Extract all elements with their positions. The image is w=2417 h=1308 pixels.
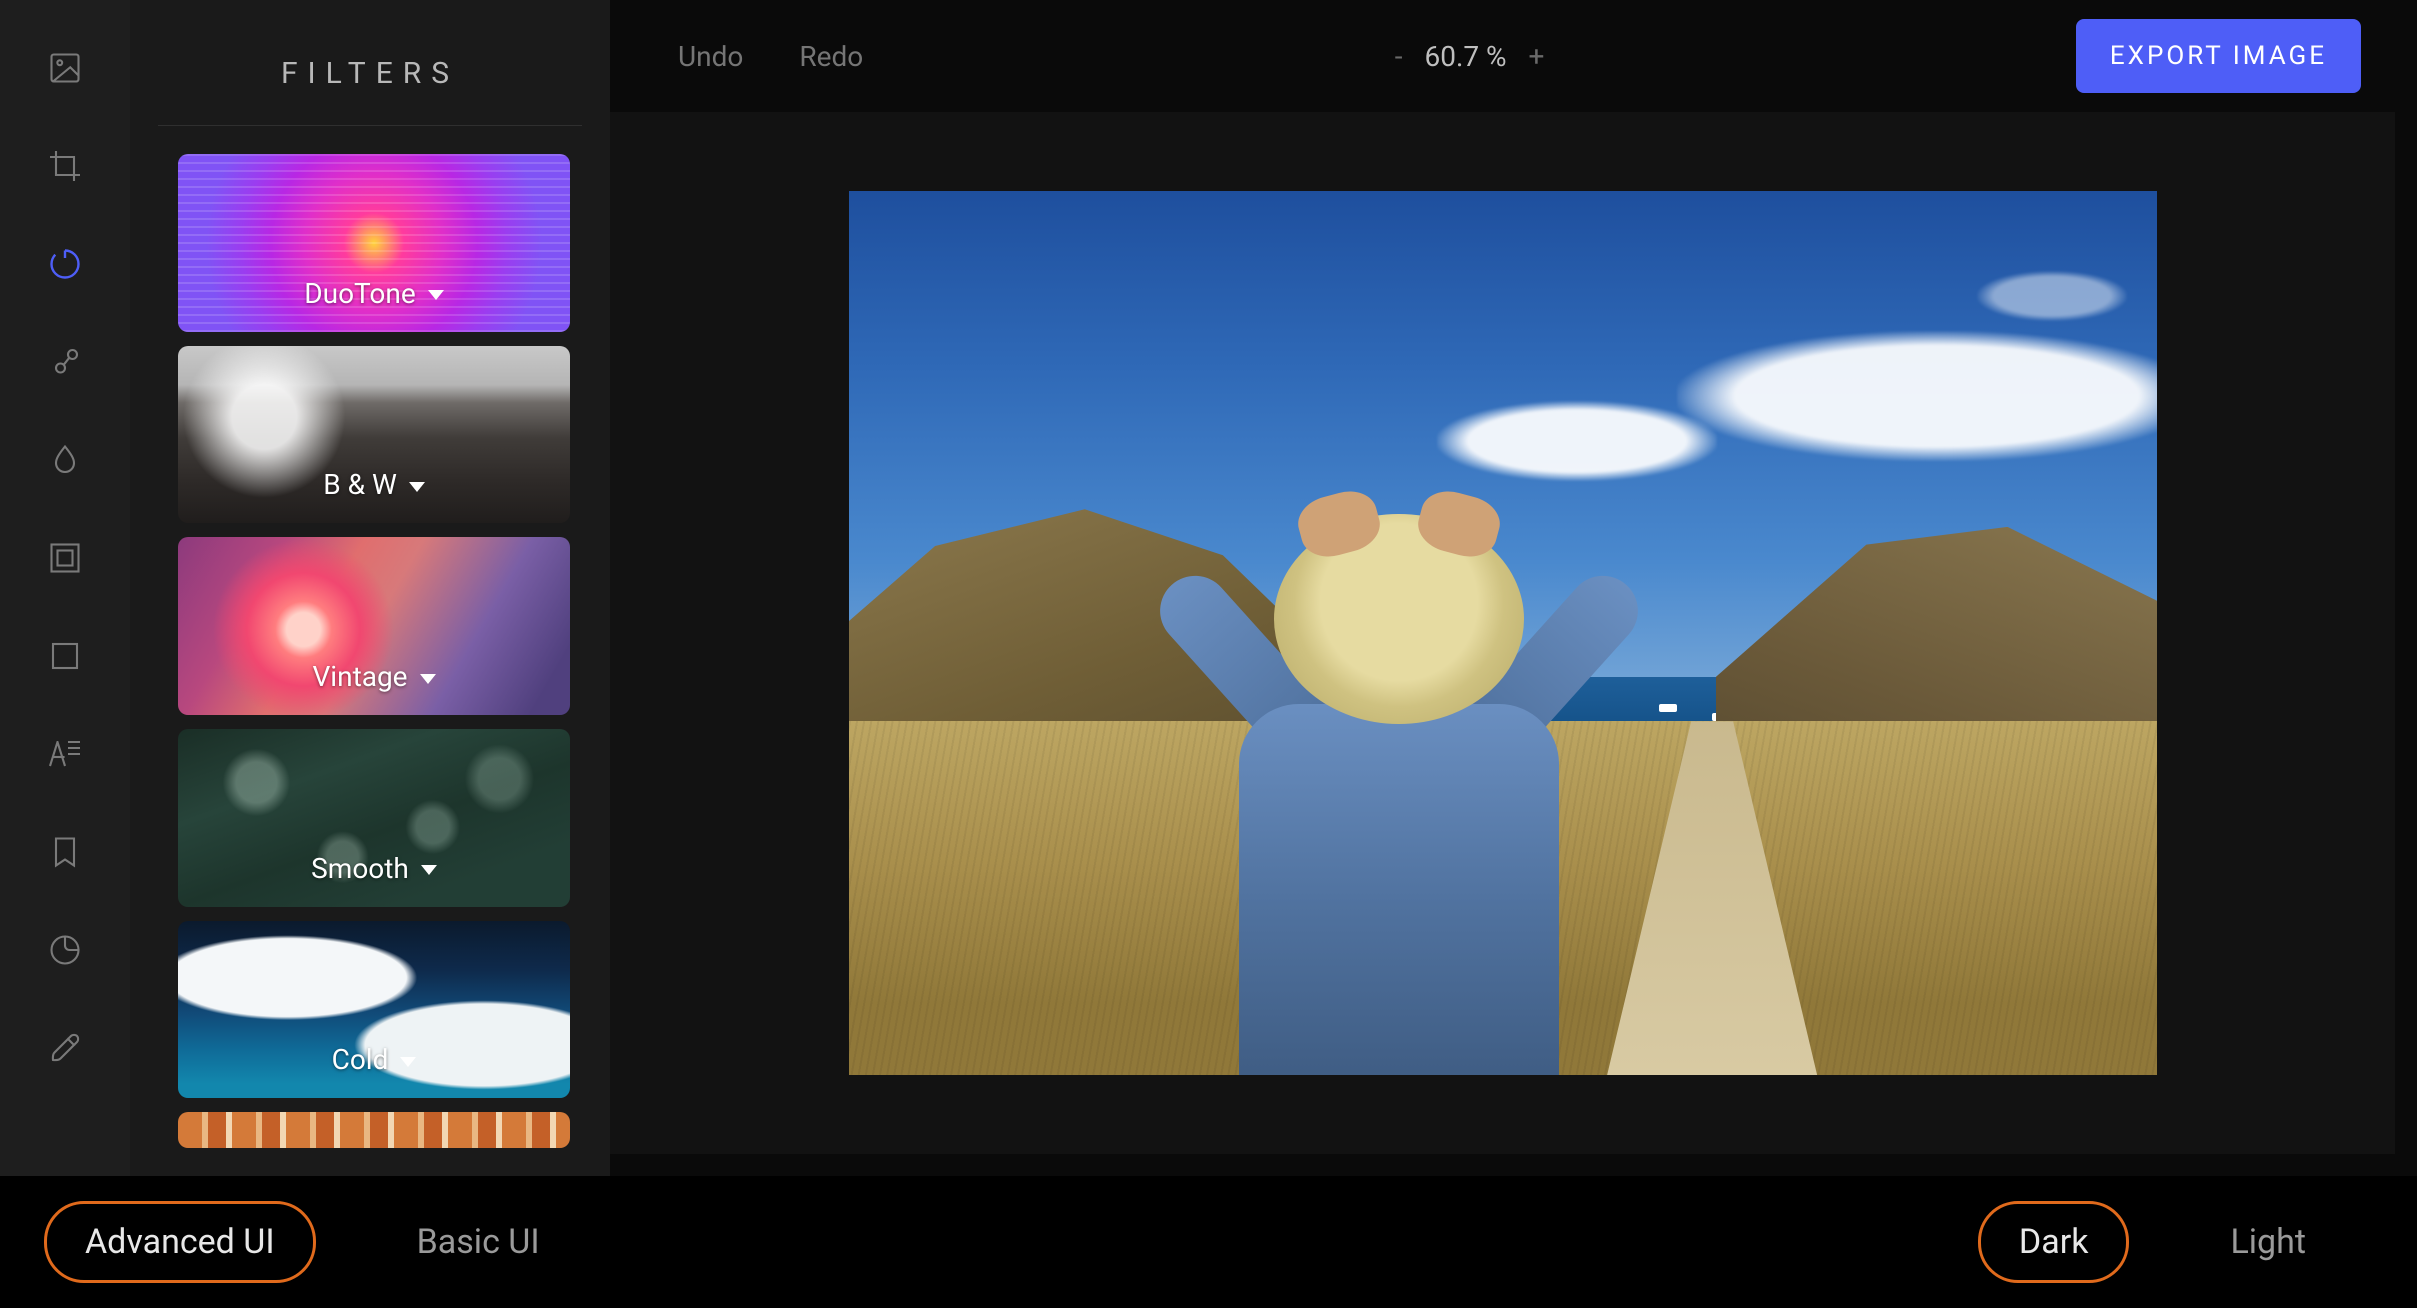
filter-label: Smooth xyxy=(311,852,409,885)
canvas-viewport[interactable] xyxy=(610,112,2395,1154)
topbar: Undo Redo - 60.7 % + EXPORT IMAGE xyxy=(610,0,2417,112)
filter-card-partial[interactable] xyxy=(178,1112,570,1148)
chevron-down-icon xyxy=(400,1057,416,1067)
sticker-icon[interactable] xyxy=(45,930,85,970)
filter-card-cold[interactable]: Cold xyxy=(178,921,570,1099)
zoom-value: 60.7 % xyxy=(1424,40,1506,73)
filter-label: DuoTone xyxy=(304,277,415,310)
ui-mode-group: Advanced UI Basic UI xyxy=(44,1201,581,1283)
zoom-control: - 60.7 % + xyxy=(863,40,2076,73)
basic-ui-toggle[interactable]: Basic UI xyxy=(376,1201,581,1283)
light-theme-toggle[interactable]: Light xyxy=(2189,1201,2347,1283)
crop-icon[interactable] xyxy=(45,146,85,186)
filter-drop-icon[interactable] xyxy=(45,440,85,480)
undo-button[interactable]: Undo xyxy=(678,40,743,73)
filters-panel-title: FILTERS xyxy=(158,0,582,126)
frame-icon[interactable] xyxy=(45,538,85,578)
zoom-out-button[interactable]: - xyxy=(1391,40,1407,73)
filter-card-smooth[interactable]: Smooth xyxy=(178,729,570,907)
filter-label-row: Vintage xyxy=(312,660,435,715)
filter-card-vintage[interactable]: Vintage xyxy=(178,537,570,715)
bookmark-icon[interactable] xyxy=(45,832,85,872)
adjust-icon[interactable] xyxy=(45,244,85,284)
filter-label: B & W xyxy=(323,468,397,501)
image-preview xyxy=(849,191,2157,1075)
focus-icon[interactable] xyxy=(45,342,85,382)
overlay-icon[interactable] xyxy=(45,636,85,676)
chevron-down-icon xyxy=(420,674,436,684)
redo-button[interactable]: Redo xyxy=(799,40,863,73)
chevron-down-icon xyxy=(428,290,444,300)
filter-label: Cold xyxy=(332,1043,389,1076)
library-icon[interactable] xyxy=(45,48,85,88)
filters-panel: FILTERS DuoTone B & W Vintage xyxy=(130,0,610,1176)
main-row: FILTERS DuoTone B & W Vintage xyxy=(0,0,2417,1176)
brush-icon[interactable] xyxy=(45,1028,85,1068)
chevron-down-icon xyxy=(421,865,437,875)
filter-label-row: DuoTone xyxy=(304,277,443,332)
app-root: FILTERS DuoTone B & W Vintage xyxy=(0,0,2417,1308)
canvas-area: Undo Redo - 60.7 % + EXPORT IMAGE xyxy=(610,0,2417,1176)
bottom-bar: Advanced UI Basic UI Dark Light xyxy=(0,1176,2417,1308)
filter-label-row: Cold xyxy=(332,1043,417,1098)
filter-label-row: B & W xyxy=(323,468,425,523)
zoom-in-button[interactable]: + xyxy=(1525,40,1549,73)
tool-rail xyxy=(0,0,130,1176)
chevron-down-icon xyxy=(409,482,425,492)
advanced-ui-toggle[interactable]: Advanced UI xyxy=(44,1201,316,1283)
filter-label: Vintage xyxy=(312,660,407,693)
text-icon[interactable] xyxy=(45,734,85,774)
filter-card-bw[interactable]: B & W xyxy=(178,346,570,524)
filter-label-row: Smooth xyxy=(311,852,437,907)
theme-group: Dark Light xyxy=(1978,1201,2347,1283)
history-controls: Undo Redo xyxy=(678,40,863,73)
export-button[interactable]: EXPORT IMAGE xyxy=(2076,19,2361,93)
filter-card-duotone[interactable]: DuoTone xyxy=(178,154,570,332)
dark-theme-toggle[interactable]: Dark xyxy=(1978,1201,2130,1283)
filters-list[interactable]: DuoTone B & W Vintage xyxy=(130,126,610,1176)
